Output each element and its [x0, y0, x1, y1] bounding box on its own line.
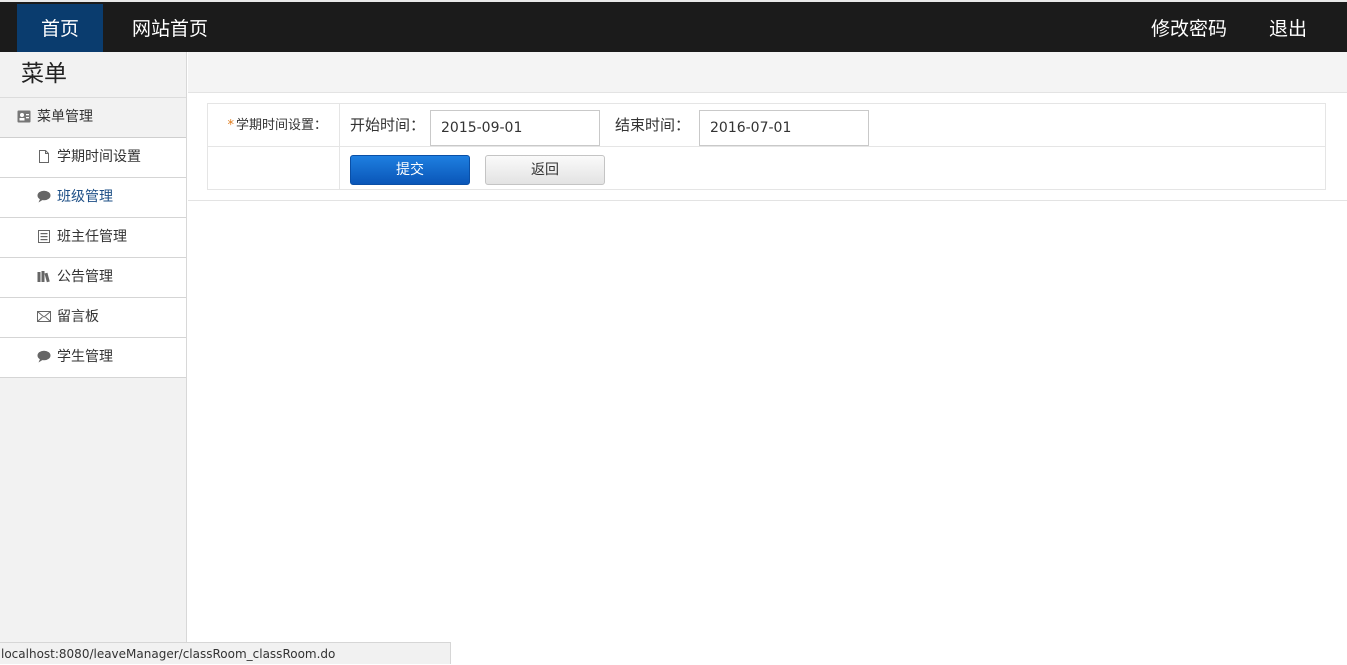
- sidebar-item-label: 班级管理: [57, 189, 113, 205]
- nav-change-password[interactable]: 修改密码: [1140, 4, 1238, 54]
- field-label: * 学期时间设置：: [208, 104, 340, 146]
- end-time-label: 结束时间：: [615, 116, 691, 134]
- field-label-text: 学期时间设置：: [235, 118, 327, 133]
- sidebar-title: 菜单: [0, 52, 186, 98]
- required-mark: *: [227, 118, 234, 133]
- sidebar-group-label: 菜单管理: [37, 109, 93, 125]
- end-time-input[interactable]: [699, 110, 869, 146]
- start-time-label: 开始时间：: [350, 116, 426, 134]
- empty-label-cell: [208, 147, 340, 189]
- browser-status-bar: localhost:8080/leaveManager/classRoom_cl…: [0, 642, 451, 664]
- submit-button[interactable]: 提交: [350, 155, 470, 185]
- sidebar-item-label: 班主任管理: [57, 229, 127, 245]
- nav-logout[interactable]: 退出: [1256, 4, 1320, 54]
- sidebar-item-label: 学生管理: [57, 349, 113, 365]
- sidebar-item-student-management[interactable]: 学生管理: [0, 338, 186, 378]
- semester-time-form: *学期时间设置： 开始时间： 结束时间： 提交 返回: [207, 103, 1326, 190]
- start-time-input[interactable]: [430, 110, 600, 146]
- document-icon: [37, 150, 51, 163]
- main-header-bar: [188, 52, 1347, 93]
- chat-bubble-icon: [37, 350, 51, 363]
- sidebar-item-message-board[interactable]: 留言板: [0, 298, 186, 338]
- sidebar-item-label: 学期时间设置: [57, 149, 141, 165]
- envelope-icon: [37, 310, 51, 323]
- chat-bubble-icon: [37, 190, 51, 203]
- sidebar-item-announcement[interactable]: 公告管理: [0, 258, 186, 298]
- sidebar-group-menu-management[interactable]: 菜单管理: [0, 98, 186, 138]
- sidebar-item-head-teacher[interactable]: 班主任管理: [0, 218, 186, 258]
- top-navbar: 首页 网站首页 修改密码 退出: [0, 0, 1347, 54]
- back-button[interactable]: 返回: [485, 155, 605, 185]
- list-icon: [37, 230, 51, 243]
- nav-home[interactable]: 首页: [17, 4, 103, 54]
- nav-site-home[interactable]: 网站首页: [118, 4, 222, 54]
- form-row-dates: *学期时间设置： 开始时间： 结束时间：: [208, 104, 1325, 147]
- sidebar-item-label: 留言板: [57, 309, 99, 325]
- sidebar-item-class-management[interactable]: 班级管理: [0, 178, 186, 218]
- divider: [188, 200, 1347, 201]
- form-row-actions: 提交 返回: [208, 147, 1325, 189]
- sidebar-item-semester-time[interactable]: 学期时间设置: [0, 138, 186, 178]
- sidebar: 菜单 菜单管理 学期时间设置 班级管理 班主任管理 公告管理 留言板 学生管理: [0, 52, 187, 664]
- books-icon: [37, 270, 51, 283]
- user-card-icon: [17, 110, 31, 123]
- sidebar-item-label: 公告管理: [57, 269, 113, 285]
